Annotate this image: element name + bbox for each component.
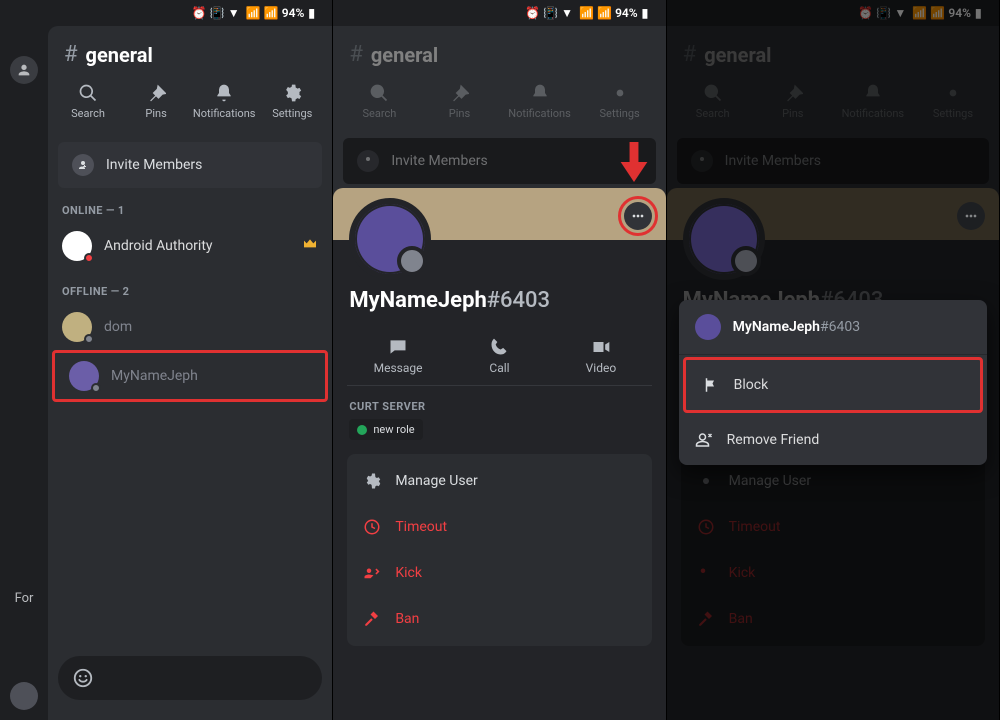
members-icon[interactable] <box>10 56 38 84</box>
gear-icon <box>363 472 381 490</box>
bell-icon <box>214 83 234 103</box>
context-username: MyNameJeph#6403 <box>733 319 860 335</box>
channel-name: general <box>86 43 153 67</box>
phone-icon <box>489 337 509 357</box>
avatar <box>62 231 92 261</box>
moderation-card: Manage User Timeout Kick Ban <box>347 454 651 646</box>
emoji-button[interactable] <box>58 656 322 700</box>
remove-friend-button[interactable]: Remove Friend <box>679 415 987 465</box>
signal-icon: 📶 <box>246 6 260 20</box>
call-button[interactable]: Call <box>449 327 550 385</box>
server-section-label: CURT SERVER <box>333 386 665 419</box>
gear-icon <box>282 83 302 103</box>
channel-header: # general <box>48 26 332 77</box>
for-label: For <box>0 585 48 612</box>
video-icon <box>591 337 611 357</box>
block-button[interactable]: Block <box>683 357 983 413</box>
hash-icon: # <box>64 42 78 67</box>
member-name: dom <box>104 319 318 335</box>
online-section-label: ONLINE — 1 <box>48 188 332 223</box>
member-row[interactable]: dom <box>48 304 332 350</box>
crown-icon <box>302 236 318 256</box>
message-icon <box>388 337 408 357</box>
clock-icon <box>363 518 381 536</box>
ban-button[interactable]: Ban <box>347 596 651 642</box>
search-icon <box>78 83 98 103</box>
avatar <box>69 361 99 391</box>
kick-icon <box>363 564 381 582</box>
arrow-indicator-icon <box>620 142 648 186</box>
role-chip[interactable]: new role <box>349 419 422 440</box>
vibrate-icon: 📳 <box>210 6 224 20</box>
search-button[interactable]: Search <box>54 83 122 120</box>
alarm-icon: ⏰ <box>192 6 206 20</box>
smile-icon <box>72 667 94 689</box>
battery-icon: ▮ <box>308 6 322 20</box>
member-name: MyNameJeph <box>111 368 311 384</box>
member-name: Android Authority <box>104 238 290 254</box>
message-button[interactable]: Message <box>347 327 448 385</box>
signal-icon: 📶 <box>264 6 278 20</box>
wifi-icon: ▼ <box>228 6 242 20</box>
invite-label: Invite Members <box>106 157 202 173</box>
notifications-button[interactable]: Notifications <box>190 83 258 120</box>
status-bar: ⏰📳▼📶📶 94%▮ <box>333 0 665 26</box>
pin-icon <box>146 83 166 103</box>
context-menu-header: MyNameJeph#6403 <box>679 300 987 355</box>
user-profile-sheet: MyNameJeph#6403 Message Call Video CURT … <box>333 188 665 720</box>
avatar <box>62 312 92 342</box>
highlight-ring <box>618 196 658 236</box>
manage-user-button[interactable]: Manage User <box>347 458 651 504</box>
battery-percent: 94% <box>282 6 305 20</box>
member-row-highlighted[interactable]: MyNameJeph <box>52 350 328 402</box>
invite-members-button[interactable]: Invite Members <box>58 142 322 188</box>
context-menu: MyNameJeph#6403 Block Remove Friend <box>679 300 987 465</box>
offline-section-label: OFFLINE — 2 <box>48 269 332 304</box>
settings-button[interactable]: Settings <box>258 83 326 120</box>
avatar <box>695 314 721 340</box>
kick-button[interactable]: Kick <box>347 550 651 596</box>
role-color-dot <box>357 425 367 435</box>
server-rail: For <box>0 26 48 720</box>
pins-button[interactable]: Pins <box>122 83 190 120</box>
flag-icon <box>702 376 720 394</box>
profile-avatar[interactable] <box>349 198 431 280</box>
status-bar: ⏰ 📳 ▼ 📶 📶 94% ▮ <box>0 0 332 26</box>
hammer-icon <box>363 610 381 628</box>
video-button[interactable]: Video <box>550 327 651 385</box>
self-avatar[interactable] <box>10 682 38 710</box>
member-row[interactable]: Android Authority <box>48 223 332 269</box>
person-remove-icon <box>695 431 713 449</box>
person-plus-icon <box>77 159 89 171</box>
timeout-button[interactable]: Timeout <box>347 504 651 550</box>
status-bar: ⏰📳▼📶📶 94%▮ <box>667 0 999 26</box>
